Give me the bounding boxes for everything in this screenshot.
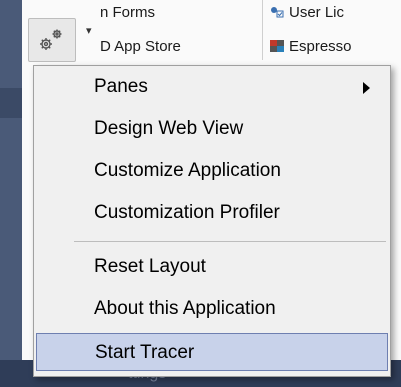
menu-item-label: Reset Layout [94, 256, 206, 277]
chevron-down-icon[interactable]: ▾ [86, 24, 92, 37]
menu-item-label: Customization Profiler [94, 202, 280, 223]
toolbar-item-label: n Forms [100, 4, 156, 21]
menu-item-label: Customize Application [94, 160, 281, 181]
toolbar-item-label: User Lic [289, 4, 345, 21]
menu-item-label: Design Web View [94, 118, 244, 139]
menu-item-design-web-view[interactable]: Design Web View [36, 110, 388, 148]
toolbar-divider [262, 0, 263, 60]
toolbar-item-user-licenses[interactable]: User Lic [270, 4, 344, 21]
menu-item-customize-application[interactable]: Customize Application [36, 152, 388, 190]
left-strip-highlight [0, 88, 22, 118]
left-navigation-strip [0, 0, 22, 387]
menu-item-label: Panes [94, 76, 148, 97]
gear-icon [40, 29, 62, 50]
menu-separator [74, 241, 386, 242]
menu-item-customization-profiler[interactable]: Customization Profiler [36, 194, 388, 232]
menu-item-label: Start Tracer [95, 342, 195, 363]
menu-item-panes[interactable]: Panes [36, 68, 388, 106]
menu-item-about-this-application[interactable]: About this Application [36, 290, 388, 328]
toolbar-item-espresso[interactable]: Espresso [270, 38, 352, 55]
toolbar-item-label: Espresso [289, 38, 352, 55]
menu-item-label: About this Application [94, 298, 276, 319]
toolbar-item-app-store[interactable]: D App Store [100, 38, 181, 55]
submenu-arrow-icon [363, 82, 370, 94]
settings-gear-button[interactable] [28, 18, 76, 62]
toolbar-item-forms[interactable]: n Forms [100, 4, 155, 21]
toolbar-item-label: D App Store [100, 38, 181, 55]
context-menu: Panes Design Web View Customize Applicat… [33, 65, 391, 377]
menu-item-start-tracer[interactable]: Start Tracer [36, 333, 388, 371]
espresso-icon [270, 39, 284, 52]
user-license-icon [270, 5, 284, 18]
menu-item-reset-layout[interactable]: Reset Layout [36, 248, 388, 286]
